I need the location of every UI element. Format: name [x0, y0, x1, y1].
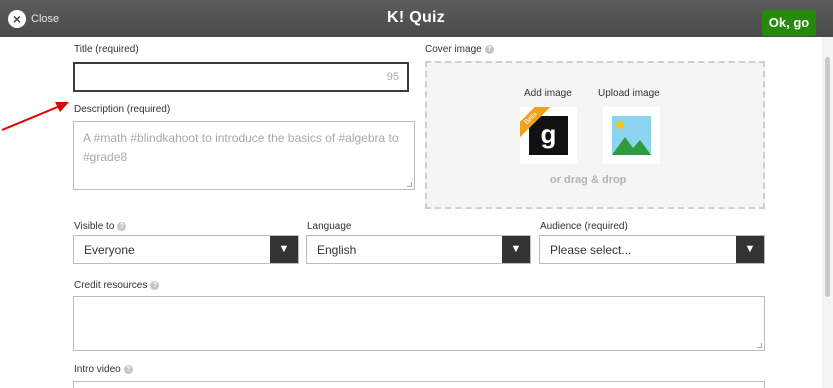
language-value: English [317, 243, 357, 257]
upload-image-label[interactable]: Upload image [598, 88, 660, 99]
title-character-count: 95 [386, 71, 399, 83]
page-scrollbar[interactable] [822, 37, 833, 388]
cover-image-dropzone[interactable] [425, 61, 765, 209]
cover-image-label-text: Cover image [425, 44, 482, 55]
audience-value: Please select... [550, 243, 632, 257]
image-icon [612, 116, 651, 155]
cover-image-label: Cover image? [425, 44, 494, 55]
intro-video-label: Intro video? [74, 364, 133, 375]
description-placeholder: A #math #blindkahoot to introduce the ba… [83, 131, 399, 164]
credit-resources-textarea[interactable] [73, 296, 765, 351]
visible-to-label: Visible to? [74, 221, 127, 232]
visible-to-select[interactable]: Everyone ▼ [73, 235, 299, 264]
title-label: Title (required) [74, 44, 139, 55]
add-image-label[interactable]: Add image [524, 88, 572, 99]
language-select[interactable]: English ▼ [306, 235, 531, 264]
language-label: Language [307, 221, 352, 232]
help-icon[interactable]: ? [123, 364, 133, 374]
title-input[interactable]: 95 [73, 62, 409, 92]
drag-drop-hint: or drag & drop [550, 174, 627, 186]
close-icon[interactable]: × [8, 10, 26, 28]
resize-handle-icon[interactable] [757, 343, 762, 348]
help-icon[interactable]: ? [150, 280, 160, 290]
chevron-down-icon[interactable]: ▼ [270, 236, 298, 263]
upload-image-button[interactable] [603, 107, 660, 164]
chevron-down-icon[interactable]: ▼ [502, 236, 530, 263]
description-textarea[interactable]: A #math #blindkahoot to introduce the ba… [73, 121, 415, 190]
annotation-arrow-icon [1, 102, 69, 131]
chevron-down-icon[interactable]: ▼ [736, 236, 764, 263]
intro-video-input[interactable] [73, 381, 765, 388]
help-icon[interactable]: ? [484, 44, 494, 54]
description-label: Description (required) [74, 104, 171, 115]
audience-label: Audience (required) [540, 221, 628, 232]
resize-handle-icon[interactable] [407, 182, 412, 187]
credit-resources-label: Credit resources? [74, 280, 160, 291]
help-icon[interactable]: ? [117, 221, 127, 231]
close-label[interactable]: Close [31, 13, 59, 25]
close-button[interactable]: × Close [8, 9, 59, 29]
visible-to-value: Everyone [84, 243, 135, 257]
credit-resources-label-text: Credit resources [74, 280, 148, 291]
visible-to-label-text: Visible to [74, 221, 115, 232]
add-image-button[interactable]: g Beta [520, 107, 577, 164]
ok-go-button[interactable]: Ok, go [762, 10, 816, 36]
intro-video-label-text: Intro video [74, 364, 121, 375]
app-logo: K! Quiz [387, 9, 446, 26]
scrollbar-thumb[interactable] [825, 57, 830, 297]
top-bar: × Close K! Quiz Ok, go [0, 0, 833, 37]
audience-select[interactable]: Please select... ▼ [539, 235, 765, 264]
